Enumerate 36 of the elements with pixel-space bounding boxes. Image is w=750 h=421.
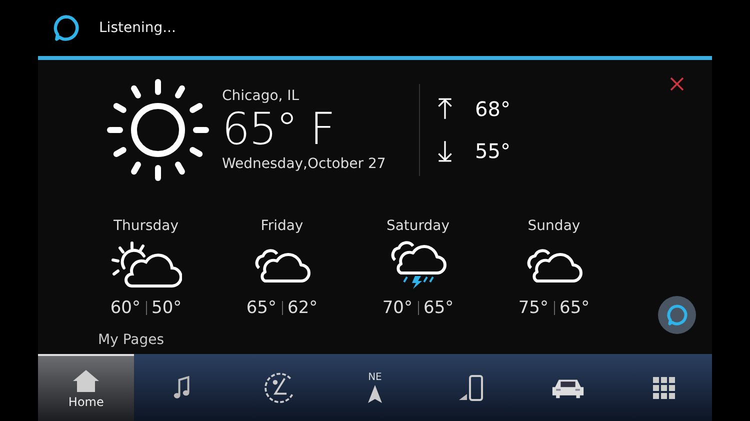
low-temperature: 62° [288,298,318,318]
high-temperature: 60° [110,298,140,318]
alexa-button[interactable] [658,296,696,334]
day-name: Saturday [386,218,450,234]
apps-grid-icon [652,376,675,398]
close-icon[interactable] [670,77,684,91]
navigation-tab[interactable]: NE [326,354,424,421]
sun-icon [106,78,210,182]
day-name: Thursday [113,218,179,234]
day-name: Friday [260,218,304,234]
home-tab[interactable]: Home [38,354,134,421]
partly-sunny-icon [110,240,182,290]
compass-arrow-icon [368,385,382,403]
location: Chicago, IL [222,88,300,104]
section-label: My Pages [98,332,164,348]
home-icon [72,368,100,392]
down-arrow-icon [436,139,454,163]
high-temperature: 70° [382,298,412,318]
alexa-icon [666,304,688,326]
date: Wednesday,October 27 [222,156,387,172]
status-text: Listening... [99,20,176,36]
seat-icon [262,370,296,404]
heading-label: NE [368,372,382,383]
low-temperature: 50° [152,298,182,318]
alexa-icon [52,14,80,42]
low-temperature: 65° [424,298,454,318]
up-arrow-icon [436,97,454,121]
high-temperature: 75° [518,298,548,318]
day-name: Sunday [528,218,580,234]
low-temperature: 55° [475,139,510,163]
music-note-icon [173,376,192,400]
high-temperature: 68° [475,97,510,121]
low-temperature: 65° [560,298,590,318]
high-temperature: 65° [246,298,276,318]
current-temperature: 65° F [222,104,336,156]
phone-signal-icon [458,374,484,400]
